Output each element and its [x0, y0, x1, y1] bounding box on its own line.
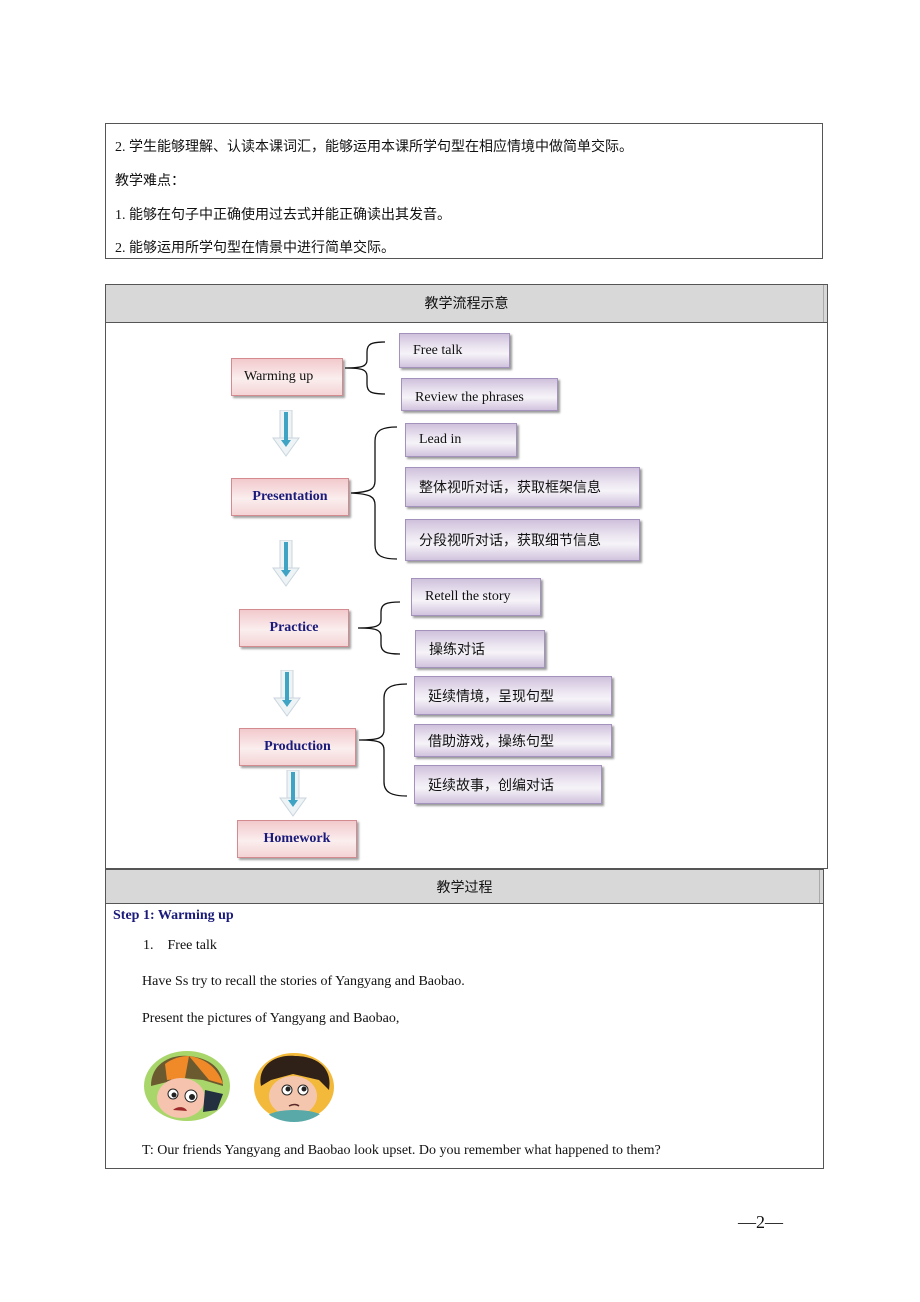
substep-create-dialogue: 延续故事，创编对话: [414, 765, 602, 804]
substep-retell-story: Retell the story: [411, 578, 541, 616]
step-title: Step 1: Warming up: [113, 908, 234, 923]
difficulty-heading: 教学难点：: [115, 174, 185, 189]
difficulty-line: 1. 能够在句子中正确使用过去式并能正确读出其发音。: [115, 208, 451, 223]
down-arrow-icon: [272, 410, 300, 457]
stage-presentation: Presentation: [231, 478, 349, 516]
baobao-portrait-icon: [254, 1053, 334, 1122]
brace-connector: [357, 601, 401, 655]
brace-connector: [358, 683, 408, 797]
stage-warming-up: Warming up: [231, 358, 343, 396]
page-number: —2—: [738, 1212, 783, 1232]
difficulty-line: 2. 能够运用所学句型在情景中进行简单交际。: [115, 241, 395, 256]
objective-line: 2. 学生能够理解、认读本课词汇，能够运用本课所学句型在相应情境中做简单交际。: [115, 140, 633, 155]
brace-connector: [350, 426, 398, 560]
down-arrow-icon: [279, 770, 307, 817]
paragraph: Present the pictures of Yangyang and Bao…: [142, 1011, 400, 1026]
substep-free-talk: Free talk: [399, 333, 510, 368]
substep-section-listening: 分段视听对话，获取细节信息: [405, 519, 640, 561]
substep-practice-dialogue: 操练对话: [415, 630, 545, 668]
objectives-table: 2. 学生能够理解、认读本课词汇，能够运用本课所学句型在相应情境中做简单交际。 …: [105, 123, 823, 259]
list-item-free-talk: 1. Free talk: [143, 938, 217, 953]
stage-homework: Homework: [237, 820, 357, 858]
substep-whole-listening: 整体视听对话，获取框架信息: [405, 467, 640, 507]
brace-connector: [344, 341, 386, 395]
down-arrow-icon: [273, 670, 301, 717]
substep-lead-in: Lead in: [405, 423, 517, 457]
teacher-question: T: Our friends Yangyang and Baobao look …: [142, 1143, 661, 1158]
stage-production: Production: [239, 728, 356, 766]
substep-game-drill: 借助游戏，操练句型: [414, 724, 612, 757]
stage-practice: Practice: [239, 609, 349, 647]
paragraph: Have Ss try to recall the stories of Yan…: [142, 974, 465, 989]
down-arrow-icon: [272, 540, 300, 587]
substep-present-patterns: 延续情境，呈现句型: [414, 676, 612, 715]
flow-header: 教学流程示意: [106, 285, 827, 323]
substep-review-phrases: Review the phrases: [401, 378, 558, 411]
yangyang-portrait-icon: [144, 1051, 230, 1121]
process-header: 教学过程: [106, 870, 823, 904]
